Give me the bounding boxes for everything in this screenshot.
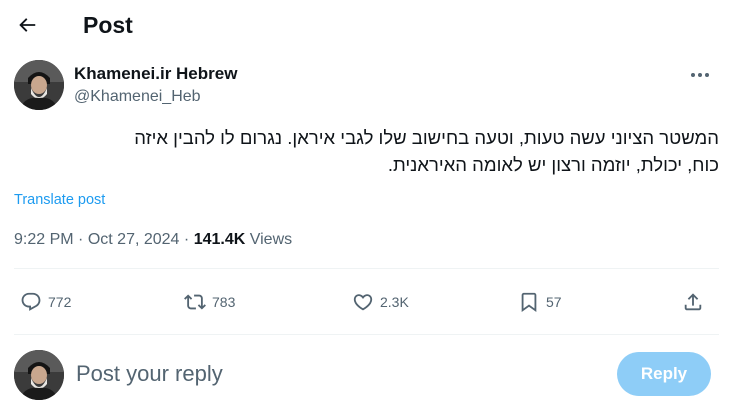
repost-count: 783: [212, 294, 236, 310]
like-count: 2.3K: [380, 294, 409, 310]
bookmark-count: 57: [546, 294, 562, 310]
reply-count: 772: [48, 294, 72, 310]
avatar-portrait-icon: [14, 60, 64, 110]
more-horizontal-icon: [691, 73, 709, 77]
author-handle[interactable]: @Khamenei_Heb: [74, 87, 201, 107]
post-text: המשטר הציוני עשה טעות, וטעה בחישוב שלו ל…: [14, 124, 719, 178]
page-title: Post: [83, 12, 133, 38]
translate-post-link[interactable]: Translate post: [14, 190, 105, 210]
repost-action-button[interactable]: 783: [184, 284, 235, 320]
avatar-portrait-icon: [14, 350, 64, 400]
post-date[interactable]: Oct 27, 2024: [88, 231, 180, 248]
reply-action-button[interactable]: 772: [20, 284, 71, 320]
reply-input[interactable]: [76, 358, 536, 390]
back-button[interactable]: [10, 8, 44, 42]
author-name[interactable]: Khamenei.ir Hebrew: [74, 64, 237, 84]
views-count: 141.4K: [193, 231, 246, 248]
arrow-left-icon: [19, 18, 36, 32]
post-time[interactable]: 9:22 PM: [14, 231, 74, 248]
meta-separator: ·: [183, 231, 190, 248]
divider: [14, 334, 719, 335]
share-action-button[interactable]: [682, 284, 704, 320]
more-options-button[interactable]: [685, 64, 715, 86]
post-text-line: המשטר הציוני עשה טעות, וטעה בחישוב שלו ל…: [134, 127, 719, 148]
views-label: Views: [249, 231, 293, 248]
post-text-line: כוח, יכולת, יוזמה ורצון יש לאומה האיראני…: [387, 154, 719, 175]
post-metadata: 9:22 PM · Oct 27, 2024 · 141.4K Views: [14, 230, 292, 250]
reply-composer: Reply: [14, 348, 719, 402]
page-header: Post: [0, 0, 733, 52]
repost-icon: [184, 294, 206, 310]
author-avatar[interactable]: [14, 60, 64, 110]
post-author: Khamenei.ir Hebrew @Khamenei_Heb: [14, 60, 719, 112]
share-icon: [684, 293, 702, 311]
post-actions: 772 783 2.3K 57: [14, 284, 719, 320]
reply-icon: [21, 292, 41, 311]
reply-button[interactable]: Reply: [617, 352, 711, 396]
bookmark-icon: [521, 292, 537, 313]
heart-icon: [353, 294, 373, 311]
divider: [14, 268, 719, 269]
like-action-button[interactable]: 2.3K: [352, 284, 409, 320]
bookmark-action-button[interactable]: 57: [518, 284, 562, 320]
meta-separator: ·: [78, 231, 84, 248]
reply-avatar[interactable]: [14, 350, 64, 400]
